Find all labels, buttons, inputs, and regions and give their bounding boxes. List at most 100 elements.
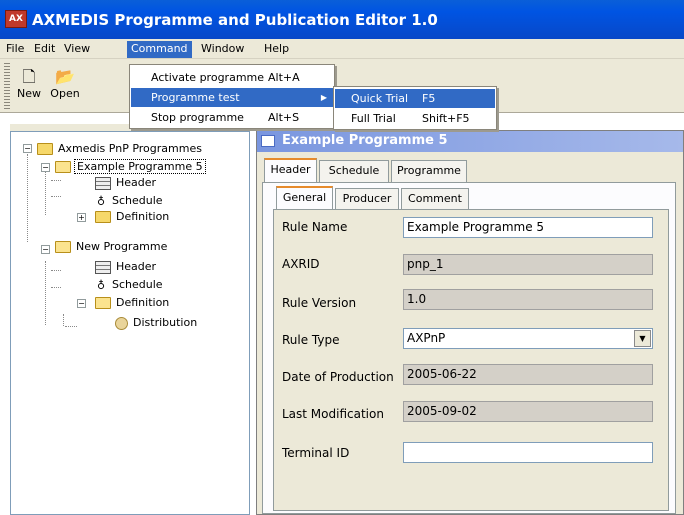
tree-connector bbox=[27, 154, 28, 242]
rule-type-select[interactable]: AXPnP ▼ bbox=[403, 328, 653, 349]
editor-title-bar[interactable]: Example Programme 5 bbox=[257, 131, 683, 152]
menu-item-stop-programme[interactable]: Stop programme Alt+S bbox=[131, 108, 333, 127]
menu-item-label: Stop programme bbox=[151, 111, 244, 124]
terminal-id-label: Terminal ID bbox=[282, 446, 350, 460]
tab-producer[interactable]: Producer bbox=[335, 188, 399, 210]
tree-item-header[interactable]: Header bbox=[95, 259, 158, 275]
tree-item-root[interactable]: Axmedis PnP Programmes bbox=[37, 141, 204, 157]
tree-collapse-icon[interactable]: − bbox=[23, 144, 32, 153]
menu-item-label: Full Trial bbox=[351, 112, 396, 125]
tree-item-label: New Programme bbox=[76, 240, 168, 253]
tree-item-schedule[interactable]: ♁ Schedule bbox=[95, 277, 165, 293]
programme-editor-window: Example Programme 5 Header Schedule Prog… bbox=[256, 130, 684, 515]
title-bar[interactable]: AX AXMEDIS Programme and Publication Edi… bbox=[0, 0, 684, 39]
tree-item-example-programme-5[interactable]: Example Programme 5 bbox=[55, 159, 206, 175]
tree-item-label: Example Programme 5 bbox=[74, 159, 206, 174]
editor-title: Example Programme 5 bbox=[282, 133, 448, 148]
open-folder-icon bbox=[95, 297, 111, 309]
tree-item-new-programme[interactable]: New Programme bbox=[55, 239, 169, 255]
open-button[interactable]: 📂 Open bbox=[46, 65, 84, 109]
programme-tree[interactable]: − Axmedis PnP Programmes − Example Progr… bbox=[10, 131, 250, 515]
tree-collapse-icon[interactable]: − bbox=[41, 245, 50, 254]
menu-item-quick-trial[interactable]: Quick Trial F5 bbox=[335, 89, 495, 108]
menu-command[interactable]: Command bbox=[127, 41, 192, 58]
menu-help[interactable]: Help bbox=[260, 41, 293, 58]
new-document-icon: 🗋 bbox=[22, 67, 36, 86]
tree-collapse-icon[interactable]: − bbox=[41, 163, 50, 172]
open-folder-icon: 📂 bbox=[55, 67, 75, 86]
menu-view[interactable]: View bbox=[60, 41, 94, 58]
schedule-icon: ♁ bbox=[96, 194, 106, 208]
menu-file[interactable]: File bbox=[2, 41, 28, 58]
schedule-icon: ♁ bbox=[96, 278, 106, 292]
tab-general[interactable]: General bbox=[276, 186, 333, 210]
tree-item-label: Header bbox=[116, 260, 157, 273]
tab-comment[interactable]: Comment bbox=[401, 188, 469, 210]
tab-programme[interactable]: Programme bbox=[391, 160, 467, 182]
tree-connector bbox=[51, 180, 61, 181]
menu-item-label: Quick Trial bbox=[351, 92, 409, 105]
last-modification-field: 2005-09-02 bbox=[403, 401, 653, 422]
tree-connector bbox=[45, 261, 46, 325]
menu-item-label: Activate programme bbox=[151, 71, 265, 84]
last-modification-label: Last Modification bbox=[282, 407, 384, 421]
tree-item-header[interactable]: Header bbox=[95, 175, 158, 191]
menu-item-accelerator: Alt+A bbox=[268, 71, 300, 84]
new-button[interactable]: 🗋 New bbox=[10, 65, 48, 109]
menu-item-label: Programme test bbox=[151, 91, 240, 104]
terminal-id-field[interactable] bbox=[403, 442, 653, 463]
axrid-label: AXRID bbox=[282, 257, 320, 271]
tree-connector bbox=[51, 287, 61, 288]
menu-bar: File Edit View Command Window Help bbox=[0, 39, 684, 59]
menu-item-programme-test[interactable]: Programme test ▶ bbox=[131, 88, 333, 107]
general-tab-page: Rule Name Example Programme 5 AXRID pnp_… bbox=[273, 209, 669, 511]
tab-header[interactable]: Header bbox=[264, 158, 317, 182]
tree-collapse-icon[interactable]: − bbox=[77, 299, 86, 308]
tree-item-label: Axmedis PnP Programmes bbox=[58, 142, 202, 155]
editor-client-area: Header Schedule Programme General Produc… bbox=[257, 152, 683, 514]
new-button-label: New bbox=[17, 87, 41, 100]
command-menu: Activate programme Alt+A Programme test … bbox=[129, 64, 335, 129]
menu-edit[interactable]: Edit bbox=[30, 41, 59, 58]
menu-window[interactable]: Window bbox=[197, 41, 248, 58]
tree-expand-icon[interactable]: + bbox=[77, 213, 86, 222]
tree-connector bbox=[45, 170, 46, 215]
rule-version-label: Rule Version bbox=[282, 296, 357, 310]
app-icon: AX bbox=[5, 10, 27, 28]
rule-name-field[interactable]: Example Programme 5 bbox=[403, 217, 653, 238]
tree-item-label: Definition bbox=[116, 296, 170, 309]
date-of-production-label: Date of Production bbox=[282, 370, 394, 384]
header-tab-page: General Producer Comment Rule Name Examp… bbox=[262, 182, 676, 514]
submenu-arrow-icon: ▶ bbox=[320, 93, 327, 102]
open-button-label: Open bbox=[50, 87, 80, 100]
menu-item-activate-programme[interactable]: Activate programme Alt+A bbox=[131, 68, 333, 87]
rule-version-field: 1.0 bbox=[403, 289, 653, 310]
distribution-icon bbox=[115, 316, 128, 330]
tab-schedule[interactable]: Schedule bbox=[319, 160, 389, 182]
tree-item-label: Schedule bbox=[112, 194, 163, 207]
tree-item-distribution[interactable]: Distribution bbox=[115, 315, 199, 331]
header-icon bbox=[95, 176, 111, 190]
tree-item-label: Distribution bbox=[133, 316, 198, 329]
open-folder-icon bbox=[55, 161, 71, 173]
folder-icon bbox=[37, 143, 53, 155]
folder-icon bbox=[95, 211, 111, 223]
rule-type-value: AXPnP bbox=[407, 331, 446, 345]
tree-item-definition[interactable]: Definition bbox=[95, 209, 171, 225]
rule-type-label: Rule Type bbox=[282, 333, 340, 347]
programme-test-submenu: Quick Trial F5 Full Trial Shift+F5 bbox=[333, 86, 497, 130]
axrid-field: pnp_1 bbox=[403, 254, 653, 275]
tree-connector bbox=[65, 326, 77, 327]
menu-item-accelerator: Alt+S bbox=[268, 111, 300, 124]
tree-connector bbox=[51, 196, 61, 197]
tree-item-schedule[interactable]: ♁ Schedule bbox=[95, 193, 165, 209]
menu-item-full-trial[interactable]: Full Trial Shift+F5 bbox=[335, 109, 495, 128]
tree-item-definition[interactable]: Definition bbox=[95, 295, 171, 311]
tree-connector bbox=[51, 270, 61, 271]
chevron-down-icon[interactable]: ▼ bbox=[634, 330, 651, 347]
open-folder-icon bbox=[55, 241, 71, 253]
tree-item-label: Header bbox=[116, 176, 157, 189]
menu-item-accelerator: Shift+F5 bbox=[422, 112, 470, 125]
tree-item-label: Definition bbox=[116, 210, 170, 223]
tree-item-label: Schedule bbox=[112, 278, 163, 291]
